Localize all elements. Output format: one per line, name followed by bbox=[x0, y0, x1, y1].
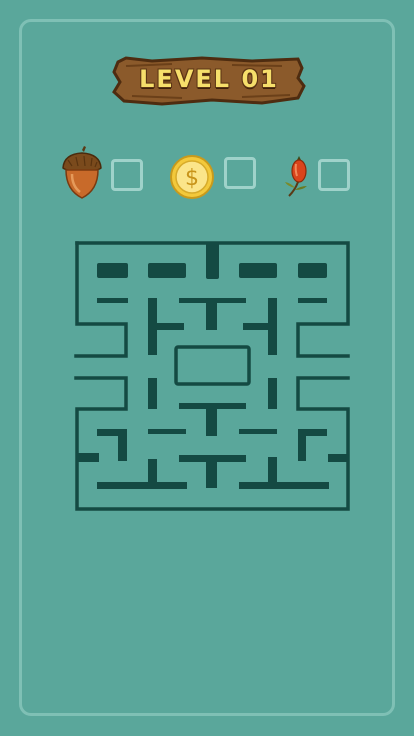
maze-board bbox=[74, 241, 350, 511]
game-screen: LEVEL 01 $ bbox=[0, 0, 414, 736]
maze-blocks bbox=[77, 243, 348, 489]
